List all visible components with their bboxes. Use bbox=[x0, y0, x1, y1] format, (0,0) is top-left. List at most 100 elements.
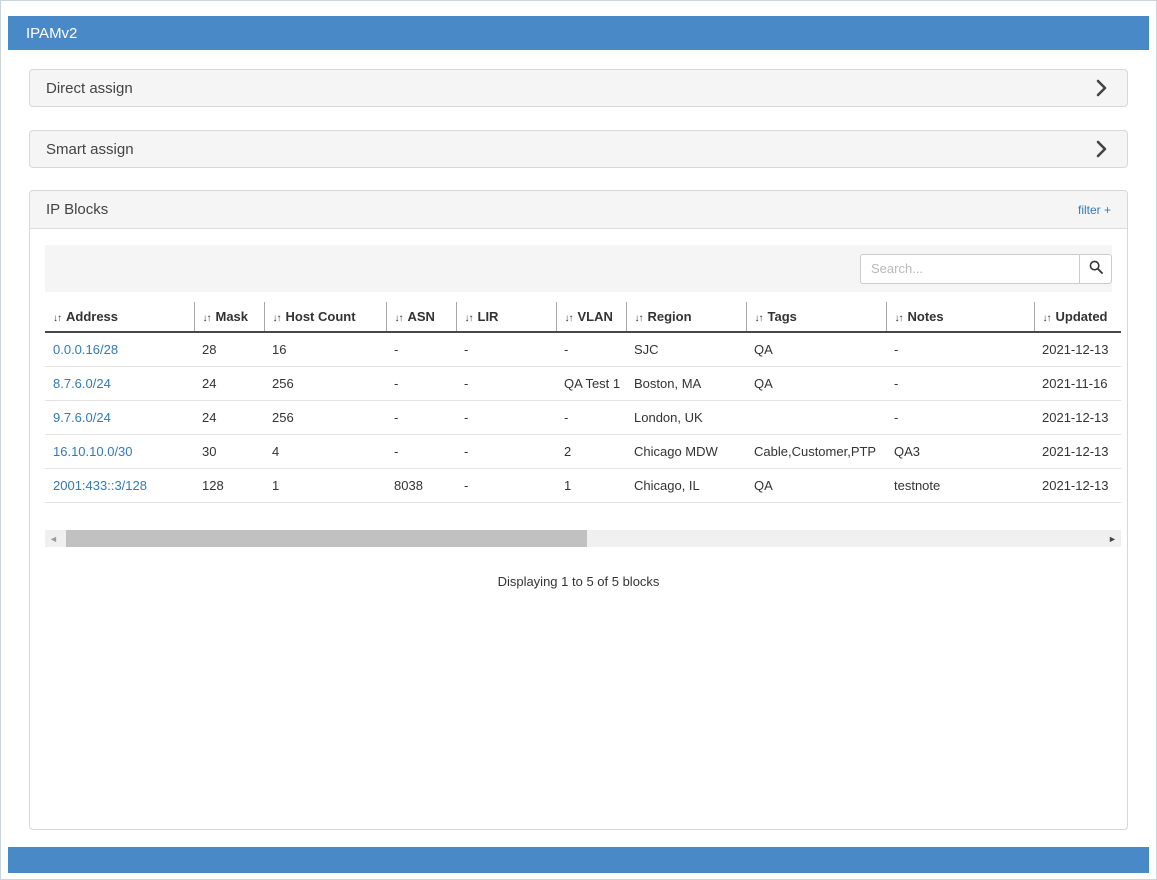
sort-icon: ↓↑ bbox=[395, 313, 403, 324]
cell-vlan: 1 bbox=[556, 469, 626, 503]
column-label: Region bbox=[648, 309, 692, 324]
address-link[interactable]: 0.0.0.16/28 bbox=[53, 342, 118, 357]
cell-mask: 28 bbox=[194, 332, 264, 367]
column-label: Notes bbox=[908, 309, 944, 324]
column-header-asn[interactable]: ↓↑ASN bbox=[386, 302, 456, 332]
cell-mask: 24 bbox=[194, 367, 264, 401]
search-input[interactable] bbox=[860, 254, 1079, 284]
cell-region: Chicago MDW bbox=[626, 435, 746, 469]
table-summary: Displaying 1 to 5 of 5 blocks bbox=[45, 574, 1112, 589]
cell-address: 9.7.6.0/24 bbox=[45, 401, 194, 435]
cell-asn: 8038 bbox=[386, 469, 456, 503]
cell-lir: - bbox=[456, 401, 556, 435]
search-group bbox=[860, 254, 1112, 284]
cell-host-count: 4 bbox=[264, 435, 386, 469]
cell-host-count: 16 bbox=[264, 332, 386, 367]
address-link[interactable]: 2001:433::3/128 bbox=[53, 478, 147, 493]
column-label: Address bbox=[66, 309, 118, 324]
app-title: IPAMv2 bbox=[26, 25, 77, 42]
column-label: Host Count bbox=[286, 309, 356, 324]
panel-ip-blocks: IP Blocks filter + bbox=[29, 190, 1128, 830]
cell-updated: 2021-11-16 bbox=[1034, 367, 1121, 401]
cell-host-count: 256 bbox=[264, 401, 386, 435]
column-label: Updated bbox=[1056, 309, 1108, 324]
table-row: 0.0.0.16/282816---SJCQA-2021-12-13 bbox=[45, 332, 1121, 367]
cell-tags: QA bbox=[746, 469, 886, 503]
table-row: 2001:433::3/12812818038-1Chicago, ILQAte… bbox=[45, 469, 1121, 503]
chevron-right-icon bbox=[1096, 79, 1107, 97]
column-header-region[interactable]: ↓↑Region bbox=[626, 302, 746, 332]
column-label: VLAN bbox=[578, 309, 613, 324]
cell-host-count: 1 bbox=[264, 469, 386, 503]
cell-asn: - bbox=[386, 332, 456, 367]
cell-address: 16.10.10.0/30 bbox=[45, 435, 194, 469]
scroll-left-button[interactable]: ◄ bbox=[45, 530, 62, 547]
cell-mask: 24 bbox=[194, 401, 264, 435]
cell-lir: - bbox=[456, 469, 556, 503]
cell-updated: 2021-12-13 bbox=[1034, 469, 1121, 503]
column-label: Mask bbox=[216, 309, 249, 324]
column-header-tags[interactable]: ↓↑ Tags bbox=[746, 302, 886, 332]
search-button[interactable] bbox=[1079, 254, 1112, 284]
cell-updated: 2021-12-13 bbox=[1034, 332, 1121, 367]
column-header-address[interactable]: ↓↑ Address bbox=[45, 302, 194, 332]
direct-assign-title: Direct assign bbox=[46, 80, 133, 97]
cell-region: London, UK bbox=[626, 401, 746, 435]
cell-notes: - bbox=[886, 332, 1034, 367]
search-icon bbox=[1089, 260, 1103, 277]
horizontal-scrollbar[interactable]: ◄ ► bbox=[45, 530, 1121, 547]
main-content: Direct assign Smart assign IP Blocks fil… bbox=[1, 69, 1156, 830]
address-link[interactable]: 8.7.6.0/24 bbox=[53, 376, 111, 391]
cell-tags: QA bbox=[746, 367, 886, 401]
column-header-lir[interactable]: ↓↑LIR bbox=[456, 302, 556, 332]
ip-blocks-body: ↓↑Address↓↑Mask↓↑Host Count↓↑ASN↓↑LIR↓↑V… bbox=[30, 229, 1127, 605]
column-label: LIR bbox=[478, 309, 499, 324]
address-link[interactable]: 9.7.6.0/24 bbox=[53, 410, 111, 425]
sort-icon: ↓↑ bbox=[203, 313, 211, 324]
cell-address: 2001:433::3/128 bbox=[45, 469, 194, 503]
scroll-right-button[interactable]: ► bbox=[1104, 530, 1121, 547]
panel-direct-assign[interactable]: Direct assign bbox=[29, 69, 1128, 107]
cell-notes: - bbox=[886, 367, 1034, 401]
table-row: 8.7.6.0/2424256--QA Test 1Boston, MAQA-2… bbox=[45, 367, 1121, 401]
ip-blocks-title: IP Blocks bbox=[46, 201, 108, 218]
column-header-mask[interactable]: ↓↑ Mask bbox=[194, 302, 264, 332]
column-label: Tags bbox=[768, 309, 797, 324]
cell-asn: - bbox=[386, 367, 456, 401]
cell-vlan: - bbox=[556, 332, 626, 367]
sort-icon: ↓↑ bbox=[1043, 313, 1051, 324]
cell-tags bbox=[746, 401, 886, 435]
scrollbar-thumb[interactable] bbox=[66, 530, 587, 547]
cell-updated: 2021-12-13 bbox=[1034, 435, 1121, 469]
panel-smart-assign[interactable]: Smart assign bbox=[29, 130, 1128, 168]
table-header-row: ↓↑Address↓↑Mask↓↑Host Count↓↑ASN↓↑LIR↓↑V… bbox=[45, 302, 1121, 332]
cell-region: SJC bbox=[626, 332, 746, 367]
sort-icon: ↓↑ bbox=[755, 313, 763, 324]
cell-mask: 128 bbox=[194, 469, 264, 503]
cell-notes: - bbox=[886, 401, 1034, 435]
cell-lir: - bbox=[456, 367, 556, 401]
cell-notes: testnote bbox=[886, 469, 1034, 503]
cell-asn: - bbox=[386, 401, 456, 435]
cell-notes: QA3 bbox=[886, 435, 1034, 469]
cell-address: 0.0.0.16/28 bbox=[45, 332, 194, 367]
column-header-vlan[interactable]: ↓↑VLAN bbox=[556, 302, 626, 332]
table-row: 9.7.6.0/2424256---London, UK-2021-12-13 bbox=[45, 401, 1121, 435]
column-header-host-count[interactable]: ↓↑Host Count bbox=[264, 302, 386, 332]
sort-icon: ↓↑ bbox=[53, 313, 61, 324]
sort-icon: ↓↑ bbox=[895, 313, 903, 324]
filter-link[interactable]: filter + bbox=[1078, 203, 1111, 217]
cell-mask: 30 bbox=[194, 435, 264, 469]
cell-tags: Cable,Customer,PTP bbox=[746, 435, 886, 469]
cell-updated: 2021-12-13 bbox=[1034, 401, 1121, 435]
column-header-updated[interactable]: ↓↑ Updated bbox=[1034, 302, 1121, 332]
cell-host-count: 256 bbox=[264, 367, 386, 401]
cell-asn: - bbox=[386, 435, 456, 469]
cell-region: Boston, MA bbox=[626, 367, 746, 401]
chevron-right-icon bbox=[1096, 140, 1107, 158]
smart-assign-title: Smart assign bbox=[46, 141, 134, 158]
column-header-notes[interactable]: ↓↑ Notes bbox=[886, 302, 1034, 332]
page: IPAMv2 Direct assign Smart assign IP Blo… bbox=[0, 0, 1157, 880]
address-link[interactable]: 16.10.10.0/30 bbox=[53, 444, 133, 459]
cell-region: Chicago, IL bbox=[626, 469, 746, 503]
